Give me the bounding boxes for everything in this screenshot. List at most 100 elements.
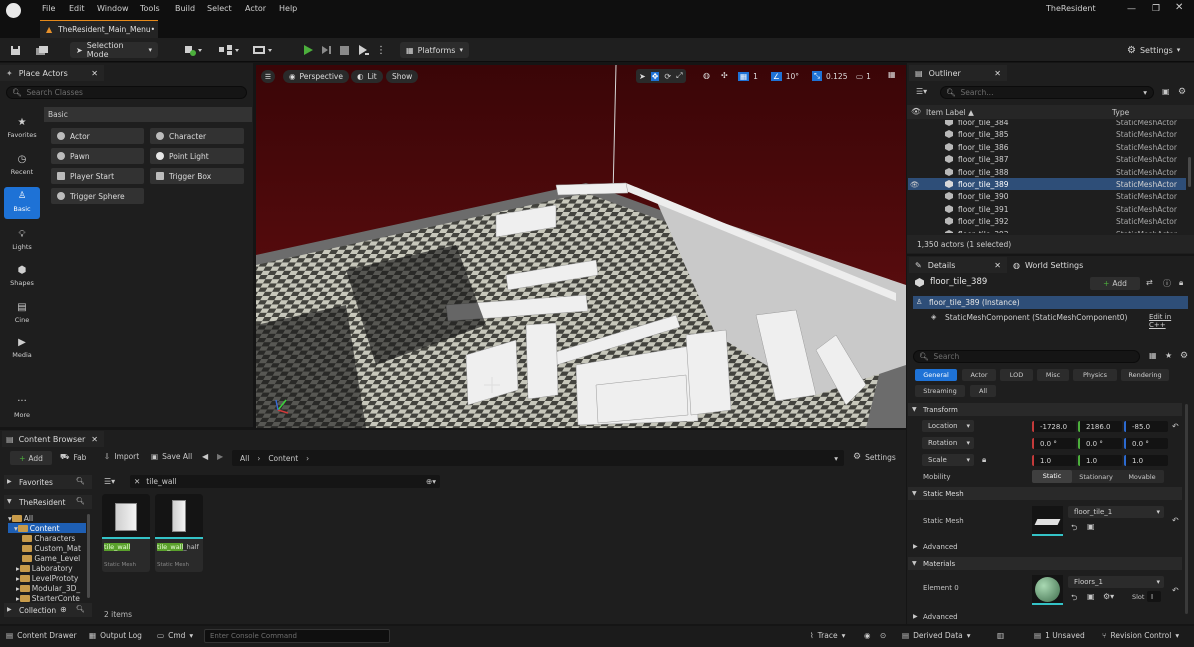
outliner-row[interactable]: floor_tile_391 StaticMeshActor bbox=[908, 203, 1186, 215]
cmd-dropdown[interactable]: ▭ Cmd ▾ bbox=[157, 631, 193, 640]
move-tool-icon[interactable]: ✥ bbox=[650, 71, 660, 81]
static-mesh-category[interactable]: ▼ Static Mesh bbox=[908, 487, 1182, 500]
forward-icon[interactable]: ▶ bbox=[217, 452, 223, 461]
outliner-row[interactable]: floor_tile_393 StaticMeshActor bbox=[908, 228, 1186, 233]
filter-all[interactable]: All bbox=[970, 385, 996, 397]
chevron-down-icon[interactable]: ▾ bbox=[834, 454, 838, 463]
revision-control-button[interactable]: ⑂ Revision Control ▾ bbox=[1102, 631, 1179, 640]
actor-item-trigger-sphere[interactable]: Trigger Sphere bbox=[51, 188, 144, 204]
scale-snap-button[interactable]: ⤡ 0.125 bbox=[812, 69, 847, 83]
texture-options-icon[interactable]: ⚙▾ bbox=[1103, 592, 1114, 601]
maximize-viewport-icon[interactable]: ▦ bbox=[888, 70, 896, 79]
scale-tool-icon[interactable]: ⤢ bbox=[676, 71, 682, 81]
save-all-button[interactable]: ▣ Save All bbox=[151, 452, 192, 461]
perspective-button[interactable]: ◉ Perspective bbox=[283, 70, 349, 83]
menu-window[interactable]: Window bbox=[97, 4, 129, 13]
lock-icon[interactable]: 🔒︎ bbox=[1179, 278, 1183, 288]
materials-category[interactable]: ▼ Materials bbox=[908, 557, 1182, 570]
mobility-static[interactable]: Static bbox=[1032, 470, 1072, 483]
asset-tile[interactable]: tile_wall_half Static Mesh bbox=[155, 494, 203, 572]
settings-button[interactable]: ⚙ Settings ▾ bbox=[1127, 42, 1180, 58]
project-header[interactable]: ▼ TheResident 🔍︎ bbox=[4, 495, 92, 509]
filter-actor[interactable]: Actor bbox=[962, 369, 996, 381]
details-search-input[interactable]: 🔍︎ Search bbox=[913, 350, 1140, 363]
close-window-icon[interactable]: ✕ bbox=[1175, 2, 1183, 13]
scale-dropdown[interactable]: Scale ▾ bbox=[922, 454, 974, 466]
location-dropdown[interactable]: Location ▾ bbox=[922, 420, 974, 432]
outliner-row[interactable]: floor_tile_384 StaticMeshActor bbox=[908, 120, 1186, 128]
filter-physics[interactable]: Physics bbox=[1073, 369, 1117, 381]
clear-search-icon[interactable]: ✕ bbox=[134, 477, 140, 486]
table-view-icon[interactable]: ▦ bbox=[1149, 351, 1157, 360]
materials-advanced-row[interactable]: ▶ Advanced bbox=[908, 610, 1182, 623]
visibility-icon[interactable]: 👁︎ bbox=[911, 107, 921, 116]
visibility-icon[interactable]: 👁︎ bbox=[910, 180, 920, 189]
minimize-icon[interactable]: — bbox=[1127, 4, 1136, 14]
import-button[interactable]: ⇩ Import bbox=[104, 452, 139, 461]
outliner-row[interactable]: floor_tile_390 StaticMeshActor bbox=[908, 190, 1186, 202]
menu-edit[interactable]: Edit bbox=[69, 4, 85, 13]
content-settings-button[interactable]: ⚙ Settings bbox=[853, 452, 896, 462]
unreal-logo[interactable] bbox=[6, 3, 21, 18]
menu-build[interactable]: Build bbox=[175, 4, 195, 13]
nav-lights[interactable]: 💡︎ Lights bbox=[4, 229, 40, 251]
world-space-icon[interactable]: ◍ bbox=[703, 71, 710, 80]
tree-folder[interactable]: ▸ StarterConte bbox=[16, 594, 80, 602]
location-x-field[interactable]: -1728.0 bbox=[1032, 421, 1076, 432]
snapshot-icon[interactable]: ⊙ bbox=[880, 631, 886, 640]
object-name[interactable]: floor_tile_389 bbox=[930, 277, 987, 287]
component-row[interactable]: ◈ StaticMeshComponent (StaticMeshCompone… bbox=[913, 311, 1188, 329]
advanced-row[interactable]: ▶ Advanced bbox=[908, 540, 1182, 553]
filter-rendering[interactable]: Rendering bbox=[1121, 369, 1169, 381]
close-tab-icon[interactable]: ✕ bbox=[91, 69, 98, 78]
add-collection-icon[interactable]: ⊕ bbox=[60, 605, 67, 614]
viewport-menu-button[interactable]: ☰ bbox=[261, 70, 275, 83]
blueprint-convert-icon[interactable]: ⇄ bbox=[1146, 278, 1153, 287]
content-filter-icon[interactable]: ☰▾ bbox=[104, 477, 115, 486]
play-icon[interactable] bbox=[302, 42, 314, 58]
scale-x-field[interactable]: 1.0 bbox=[1032, 455, 1076, 466]
scale-z-field[interactable]: 1.0 bbox=[1124, 455, 1168, 466]
outliner-row[interactable]: floor_tile_385 StaticMeshActor bbox=[908, 128, 1186, 140]
location-y-field[interactable]: 2186.0 bbox=[1078, 421, 1122, 432]
outliner-scrollbar[interactable] bbox=[1188, 157, 1191, 187]
nav-media[interactable]: ▶ Media bbox=[4, 337, 40, 359]
selection-mode-dropdown[interactable]: ➤ Selection Mode ▾ bbox=[70, 41, 158, 59]
unsaved-button[interactable]: ▤ 1 Unsaved bbox=[1034, 631, 1085, 640]
level-viewport[interactable]: ☰ ◉ Perspective ◐ Lit Show ➤ ✥ ⟳ ⤢ ◍ ✣ ▦ 1 … bbox=[256, 65, 906, 428]
tree-folder[interactable]: ▸ Modular_3D_ bbox=[16, 584, 80, 593]
add-content-button[interactable]: + Add bbox=[10, 451, 52, 465]
close-tab-icon[interactable]: ✕ bbox=[994, 69, 1001, 78]
stop-icon[interactable] bbox=[339, 42, 350, 58]
grid-snap-button[interactable]: ▦ 1 bbox=[738, 69, 758, 83]
close-tab-icon[interactable]: ✕ bbox=[91, 435, 98, 444]
help-icon[interactable]: ⓘ bbox=[1163, 278, 1171, 289]
advance-frame-icon[interactable] bbox=[320, 42, 332, 58]
tab-world-settings[interactable]: ◍ World Settings bbox=[1011, 257, 1083, 273]
favorites-header[interactable]: ▶ Favorites 🔍︎ bbox=[4, 475, 92, 489]
filter-general[interactable]: General bbox=[915, 369, 957, 381]
mobility-stationary[interactable]: Stationary bbox=[1072, 473, 1120, 481]
transform-category[interactable]: ▼ Transform bbox=[908, 403, 1182, 416]
rotation-x-field[interactable]: 0.0 ° bbox=[1032, 438, 1076, 449]
back-icon[interactable]: ◀ bbox=[202, 452, 208, 461]
surface-snap-icon[interactable]: ✣ bbox=[721, 71, 728, 80]
tab-content-browser[interactable]: ▤ Content Browser ✕ bbox=[2, 431, 104, 447]
filter-icon[interactable]: ☰▾ bbox=[916, 87, 927, 96]
tab-place-actors[interactable]: ✦ Place Actors ✕ bbox=[0, 65, 104, 81]
edit-in-cpp-link[interactable]: Edit in C++ bbox=[1149, 313, 1188, 329]
play-options-icon[interactable]: ⋮ bbox=[376, 42, 386, 58]
rotation-snap-button[interactable]: ∠ 10° bbox=[771, 69, 799, 83]
search-icon[interactable]: 🔍︎ bbox=[76, 477, 85, 485]
type-header[interactable]: Type bbox=[1112, 108, 1129, 117]
instance-row[interactable]: ♙ floor_tile_389 (Instance) bbox=[913, 296, 1188, 309]
tree-folder[interactable]: Custom_Mat bbox=[20, 544, 81, 553]
nav-cine[interactable]: ▤ Cine bbox=[4, 302, 40, 324]
breadcrumb-content[interactable]: Content bbox=[268, 454, 298, 463]
outliner-row[interactable]: floor_tile_387 StaticMeshActor bbox=[908, 153, 1186, 165]
reset-material-icon[interactable]: ↶ bbox=[1172, 586, 1179, 595]
actor-item-point-light[interactable]: Point Light bbox=[150, 148, 244, 164]
actor-item-character[interactable]: Character bbox=[150, 128, 244, 144]
close-tab-icon[interactable]: ✕ bbox=[994, 261, 1001, 270]
eject-icon[interactable] bbox=[357, 42, 369, 58]
